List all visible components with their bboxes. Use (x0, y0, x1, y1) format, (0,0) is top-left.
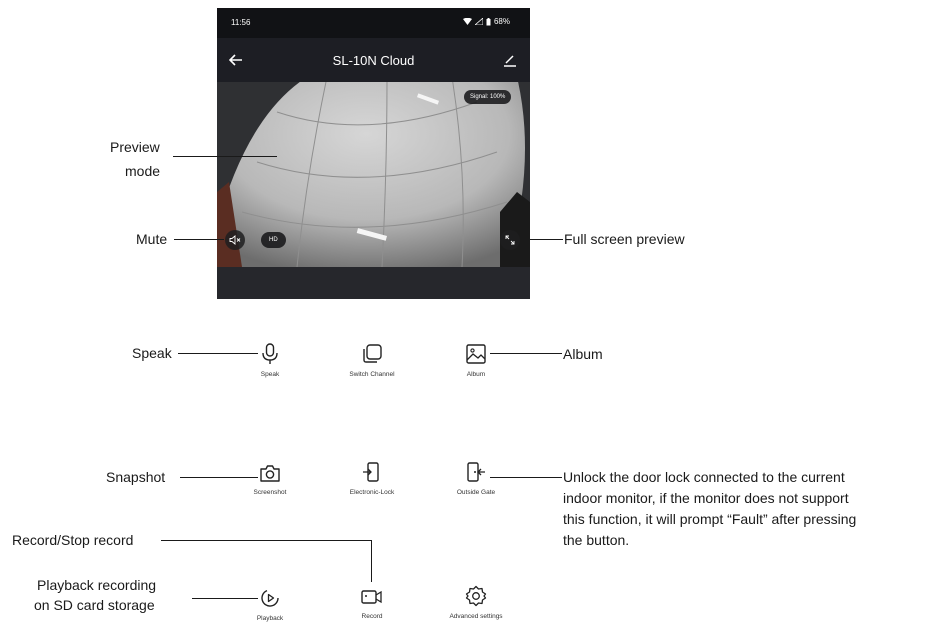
annotation-unlock-1: Unlock the door lock connected to the cu… (563, 469, 845, 485)
leader-line-playback (192, 598, 258, 599)
phone-screen: 11:56 68% SL-10N Cloud Signal: 100% HD (217, 8, 530, 299)
switch-channel-button[interactable]: Switch Channel (327, 343, 417, 378)
record-label: Record (361, 613, 383, 620)
cell-signal-icon (474, 18, 483, 25)
leader-line-record-v (371, 540, 372, 582)
annotation-preview-mode-1: Preview (110, 139, 160, 155)
expand-icon (505, 235, 515, 245)
video-preview[interactable]: Signal: 100% HD (217, 82, 530, 267)
annotation-snapshot: Snapshot (106, 469, 166, 485)
edit-icon[interactable] (503, 53, 517, 67)
signal-badge: Signal: 100% (464, 90, 512, 104)
leader-line-record-h (161, 540, 371, 541)
annotation-record: Record/Stop record (12, 532, 134, 548)
leader-line-preview (173, 156, 277, 157)
annotation-full-screen: Full screen preview (564, 231, 685, 247)
gate-icon (467, 462, 485, 482)
record-button[interactable]: Record (327, 587, 417, 620)
mute-button[interactable] (225, 230, 245, 250)
status-icons: 68% (462, 17, 510, 26)
annotation-unlock-3: this function, it will prompt “Fault” af… (563, 511, 857, 527)
annotation-unlock-4: the button. (563, 532, 630, 548)
playback-icon (261, 589, 279, 607)
leader-line-speak (178, 353, 258, 354)
leader-line-snapshot (180, 477, 258, 478)
advanced-settings-button[interactable]: Advanced settings (431, 585, 521, 620)
annotation-album: Album (563, 346, 603, 362)
microphone-icon (262, 343, 278, 364)
fullscreen-button[interactable] (500, 230, 520, 250)
album-label: Album (466, 371, 486, 378)
annotation-preview-mode-2: mode (125, 163, 161, 179)
advanced-settings-label: Advanced settings (449, 613, 503, 620)
switch-channel-icon (363, 344, 382, 363)
annotation-playback-2: on SD card storage (34, 597, 155, 613)
outside-gate-label: Outside Gate (456, 489, 496, 496)
speak-button[interactable]: Speak (225, 343, 315, 378)
battery-icon (486, 17, 491, 25)
electronic-lock-button[interactable]: Electronic-Lock (327, 461, 417, 496)
quality-toggle[interactable]: HD (261, 232, 286, 248)
screenshot-button[interactable]: Screenshot (225, 463, 315, 496)
annotation-unlock-2: indoor monitor, if the monitor does not … (563, 490, 849, 506)
switch-channel-label: Switch Channel (349, 371, 395, 378)
camera-icon (260, 465, 280, 482)
album-button[interactable]: Album (431, 343, 521, 378)
page-title: SL-10N Cloud (332, 53, 415, 68)
gear-icon (465, 585, 487, 607)
preview-bottom-strip (217, 267, 530, 299)
electronic-lock-label: Electronic-Lock (349, 489, 395, 496)
status-bar: 11:56 68% (217, 8, 530, 38)
image-icon (466, 344, 486, 364)
leader-line-unlock (490, 477, 562, 478)
leader-line-album (490, 353, 562, 354)
app-bar: SL-10N Cloud (217, 38, 530, 82)
annotation-playback-1: Playback recording (37, 577, 157, 593)
playback-label: Playback (256, 615, 284, 622)
leader-line-fullscreen (525, 239, 563, 240)
battery-level: 68% (493, 17, 510, 26)
playback-button[interactable]: Playback (225, 587, 315, 622)
leader-line-mute (174, 239, 224, 240)
annotation-mute: Mute (136, 231, 168, 247)
speaker-muted-icon (229, 235, 241, 245)
annotation-speak: Speak (132, 345, 172, 361)
status-time: 11:56 (231, 18, 251, 27)
wifi-icon (462, 18, 472, 25)
video-camera-icon (361, 590, 382, 604)
screenshot-label: Screenshot (253, 489, 287, 496)
speak-label: Speak (260, 371, 280, 378)
outside-gate-button[interactable]: Outside Gate (431, 461, 521, 496)
lock-door-icon (363, 462, 379, 482)
